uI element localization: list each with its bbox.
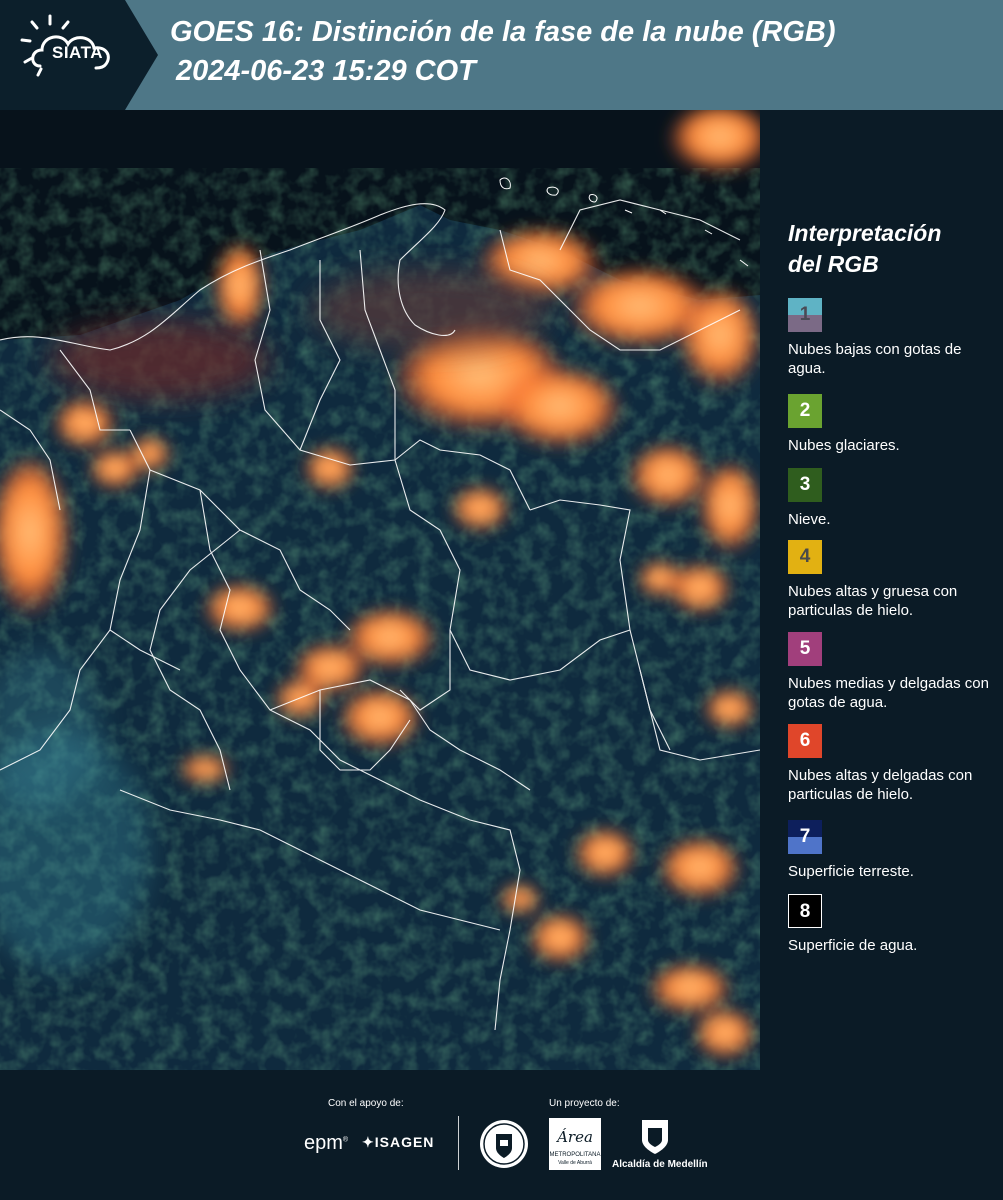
legend-item-2: 2 Nubes glaciares. (788, 394, 998, 455)
legend-swatch-8: 8 (788, 894, 822, 928)
isagen-icon: ✦ (362, 1134, 375, 1150)
satellite-map[interactable] (0, 110, 760, 1070)
legend-swatch-2: 2 (788, 394, 822, 428)
metro-script-text: Área (555, 1128, 593, 1146)
legend-number-5: 5 (799, 638, 811, 659)
legend-title-line2: del RGB (788, 251, 879, 277)
footer-divider (458, 1116, 459, 1170)
legend-item-8: 8 Superficie de agua. (788, 894, 998, 955)
legend-label-6: Nubes altas y delgadas con particulas de… (788, 767, 973, 803)
metro-name-text: METROPOLITANA (550, 1152, 601, 1158)
legend-swatch-5: 5 (788, 632, 822, 666)
legend-item-5: 5 Nubes medias y delgadas con gotas de a… (788, 632, 998, 712)
legend-label-3: Nieve. (788, 511, 831, 528)
legend-item-7: 7 Superficie terreste. (788, 820, 998, 881)
legend-number-3: 3 (799, 474, 811, 495)
alcaldia-label: Alcaldía de Medellín (612, 1159, 708, 1170)
legend-swatch-4: 4 (788, 540, 822, 574)
siata-logo-text: SIATA (52, 43, 103, 62)
legend-swatch-6: 6 (788, 724, 822, 758)
legend-label-8: Superficie de agua. (788, 937, 918, 954)
legend-swatch-7: 7 (788, 820, 822, 854)
legend-label-4: Nubes altas y gruesa con particulas de h… (788, 583, 958, 619)
legend-number-1: 1 (799, 304, 811, 325)
legend-title-line1: Interpretación (788, 220, 942, 246)
epm-logo[interactable]: epm® (304, 1132, 348, 1155)
legend-number-2: 2 (799, 400, 811, 421)
legend-item-1: 1 Nubes bajas con gotas de agua. (788, 298, 998, 378)
legend-label-1: Nubes bajas con gotas de agua. (788, 341, 962, 377)
legend-item-6: 6 Nubes altas y delgadas con particulas … (788, 724, 998, 804)
legend-number-8: 8 (799, 901, 811, 922)
area-metropolitana-logo[interactable]: Área METROPOLITANA Valle de Aburrá (549, 1118, 601, 1170)
legend-swatch-3: 3 (788, 468, 822, 502)
legend-item-3: 3 Nieve. (788, 468, 998, 529)
legend-label-5: Nubes medias y delgadas con gotas de agu… (788, 675, 989, 711)
support-label: Con el apoyo de: (328, 1098, 404, 1109)
epm-logo-text: epm (304, 1132, 343, 1154)
legend-title: Interpretación del RGB (788, 218, 988, 280)
legend-number-6: 6 (799, 730, 811, 751)
isagen-logo[interactable]: ✦ISAGEN (362, 1134, 434, 1151)
metro-sub-text: Valle de Aburrá (558, 1160, 592, 1166)
legend-number-4: 4 (799, 546, 811, 567)
page-title: GOES 16: Distinción de la fase de la nub… (170, 16, 836, 48)
footer-bar: Con el apoyo de: Un proyecto de: epm® ✦I… (0, 1070, 1003, 1200)
legend-swatch-1: 1 (788, 298, 822, 332)
legend-item-4: 4 Nubes altas y gruesa con particulas de… (788, 540, 998, 620)
alcaldia-shield-icon[interactable] (640, 1118, 670, 1156)
header-bar: SIATA GOES 16: Distinción de la fase de … (0, 0, 1003, 110)
legend-label-2: Nubes glaciares. (788, 437, 900, 454)
legend-panel: Interpretación del RGB 1 Nubes bajas con… (760, 110, 1003, 1070)
legend-label-7: Superficie terreste. (788, 863, 914, 880)
project-label: Un proyecto de: (549, 1098, 620, 1109)
legend-number-7: 7 (799, 826, 811, 847)
medellin-seal-icon[interactable] (478, 1118, 530, 1170)
siata-logo[interactable]: SIATA (0, 0, 160, 110)
isagen-logo-text: ISAGEN (374, 1134, 435, 1150)
page-timestamp: 2024-06-23 15:29 COT (176, 55, 476, 87)
satellite-image (0, 110, 760, 1070)
